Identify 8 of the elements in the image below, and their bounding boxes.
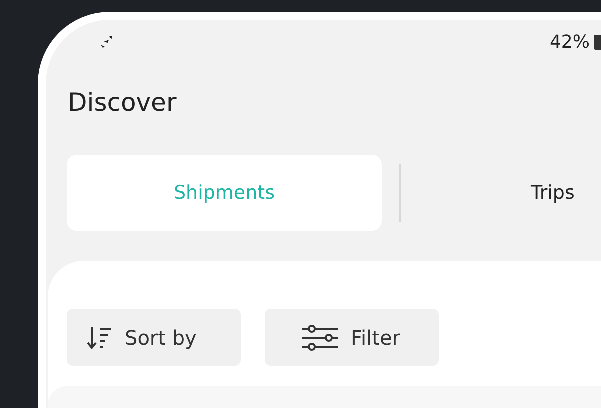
filter-button[interactable]: Filter bbox=[265, 309, 439, 366]
tab[interactable]: Trips bbox=[401, 155, 581, 231]
battery-icon bbox=[594, 34, 601, 50]
page-title: Discover bbox=[68, 90, 178, 115]
sliders-icon bbox=[301, 324, 339, 352]
battery-percentage: 42% bbox=[550, 32, 590, 52]
sort-button[interactable]: Sort by bbox=[67, 309, 241, 366]
sort-icon bbox=[87, 324, 113, 350]
